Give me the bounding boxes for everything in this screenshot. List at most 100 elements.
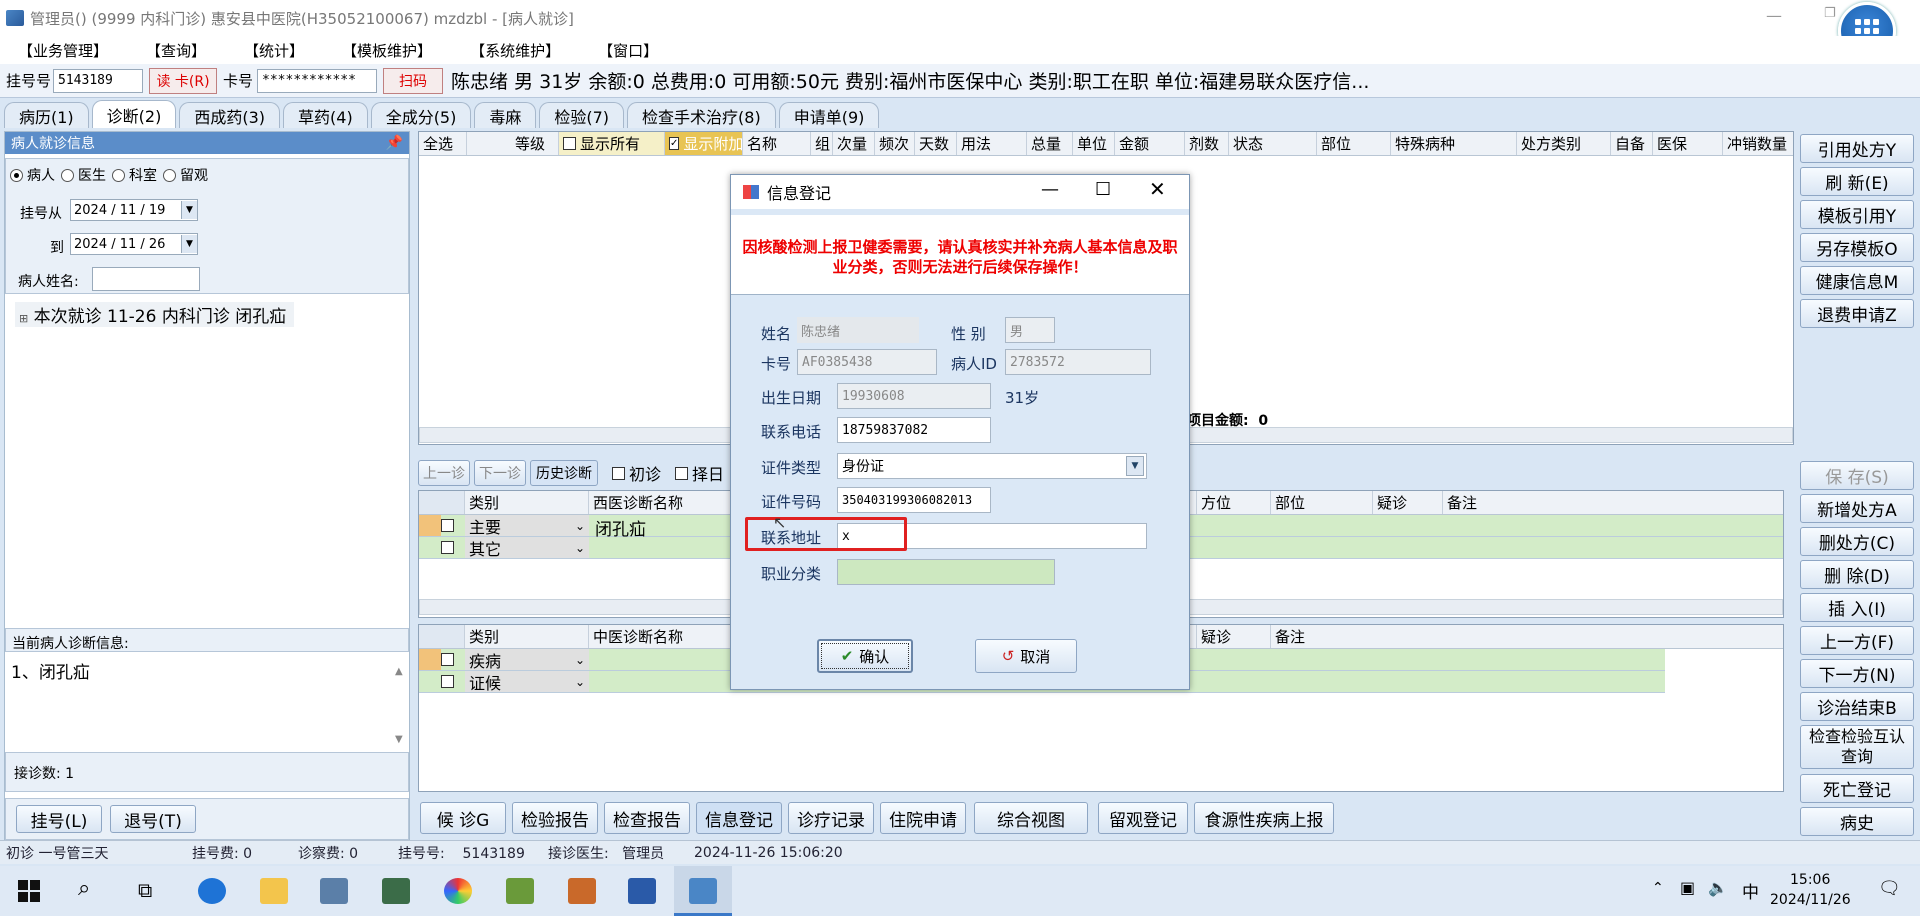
exam-report-button[interactable]: 检查报告 (604, 802, 690, 834)
show-all-toggle[interactable]: 显示所有 (559, 132, 665, 155)
tab-record[interactable]: 病历(1) (4, 102, 89, 128)
from-date-picker[interactable]: 2024 / 11 / 19 ▼ (70, 199, 198, 221)
app-icon[interactable] (628, 878, 656, 904)
register-button[interactable]: 挂号(L) (16, 805, 102, 833)
admission-request-button[interactable]: 住院申请 (880, 802, 966, 834)
ime-indicator[interactable]: 中 (1742, 878, 1759, 903)
card-field[interactable]: AF0385438 (797, 349, 937, 375)
id-no-field[interactable]: 350403199306082013 (837, 487, 991, 513)
choose-date-checkbox[interactable] (675, 466, 689, 480)
tab-exam-surgery[interactable]: 检查手术治疗(8) (627, 102, 776, 128)
dropdown-icon[interactable]: ▼ (1126, 456, 1144, 476)
foodborne-report-button[interactable]: 食源性疾病上报 (1194, 802, 1334, 834)
notepad-icon[interactable] (506, 878, 534, 904)
row-checkbox[interactable] (441, 541, 454, 554)
network-icon[interactable]: ▣ (1680, 878, 1695, 897)
waiting-button[interactable]: 候 诊G (420, 802, 506, 834)
refresh-button[interactable]: 刷 新(E) (1800, 167, 1914, 196)
pin-icon[interactable]: 📌 (386, 135, 403, 151)
menu-window[interactable]: 【窗口】 (598, 40, 658, 61)
unregister-button[interactable]: 退号(T) (110, 805, 196, 833)
notification-icon[interactable]: 🗨 (1878, 878, 1901, 899)
menu-business[interactable]: 【业务管理】 (18, 40, 108, 61)
tab-all-components[interactable]: 全成分(5) (370, 102, 472, 128)
java-icon[interactable] (568, 878, 596, 904)
chevron-down-icon[interactable]: ⌄ (575, 653, 585, 667)
treatment-record-button[interactable]: 诊疗记录 (788, 802, 874, 834)
cite-prescription-button[interactable]: 引用处方Y (1800, 134, 1914, 163)
scan-button[interactable]: 扫码 (383, 67, 444, 94)
chevron-down-icon[interactable]: ⌄ (575, 541, 585, 555)
type-select[interactable]: 证候 ⌄ (465, 671, 589, 693)
info-register-button[interactable]: 信息登记 (696, 802, 782, 834)
insert-button[interactable]: 插 入(I) (1800, 593, 1914, 622)
radio-observe[interactable] (163, 168, 176, 182)
minimize-icon[interactable]: — (1766, 6, 1782, 25)
app-icon[interactable] (320, 878, 348, 904)
tab-diagnosis[interactable]: 诊断(2) (91, 100, 177, 128)
next-diag-button[interactable]: 下一诊 (474, 460, 526, 486)
occupation-field[interactable] (837, 559, 1055, 585)
name-field[interactable]: 陈忠绪 (797, 317, 919, 343)
chevron-up-icon[interactable]: ⌃ (1652, 880, 1664, 896)
add-prescription-button[interactable]: 新增处方A (1800, 494, 1914, 523)
radio-doctor[interactable] (61, 168, 74, 182)
refund-request-button[interactable]: 退费申请Z (1800, 299, 1914, 328)
minimize-icon[interactable]: — (1041, 179, 1059, 200)
to-date-picker[interactable]: 2024 / 11 / 26 ▼ (70, 233, 198, 255)
cancel-button[interactable]: ↺ 取消 (975, 639, 1077, 673)
volume-icon[interactable]: 🔈 (1708, 878, 1728, 897)
save-button[interactable]: 保 存(S) (1800, 461, 1914, 490)
start-icon[interactable] (18, 880, 40, 902)
scroll-down-icon[interactable]: ▼ (395, 734, 403, 745)
search-icon[interactable]: ⌕ (78, 876, 90, 901)
type-select[interactable]: 疾病 ⌄ (465, 649, 589, 671)
delete-button[interactable]: 删 除(D) (1800, 560, 1914, 589)
maximize-icon[interactable]: ☐ (1095, 179, 1111, 200)
template-cite-button[interactable]: 模板引用Y (1800, 200, 1914, 229)
read-card-button[interactable]: 读 卡(R) (149, 67, 218, 94)
active-app-tab[interactable] (674, 866, 732, 916)
address-field[interactable]: x (837, 523, 1147, 549)
dropdown-icon[interactable]: ▼ (181, 201, 197, 219)
show-extra-toggle[interactable]: ✓ 显示附加 (665, 132, 743, 155)
confirm-button[interactable]: ✔ 确认 (817, 639, 913, 673)
observation-register-button[interactable]: 留观登记 (1098, 802, 1188, 834)
browser-icon[interactable] (444, 878, 472, 904)
prev-diag-button[interactable]: 上一诊 (418, 460, 470, 486)
menu-stats[interactable]: 【统计】 (244, 40, 304, 61)
first-visit-checkbox[interactable] (612, 466, 625, 480)
clock-date[interactable]: 2024/11/26 (1770, 892, 1851, 908)
expand-icon[interactable]: ⊞ (19, 312, 28, 325)
row-checkbox[interactable] (441, 653, 454, 666)
tab-requests[interactable]: 申请单(9) (778, 102, 880, 128)
dob-field[interactable]: 19930608 (837, 383, 991, 409)
chevron-down-icon[interactable]: ⌄ (575, 675, 585, 689)
tab-lab[interactable]: 检验(7) (539, 102, 625, 128)
prev-prescription-button[interactable]: 上一方(F) (1800, 626, 1914, 655)
death-register-button[interactable]: 死亡登记 (1800, 774, 1914, 803)
tab-herbal[interactable]: 草药(4) (283, 102, 368, 128)
task-view-icon[interactable]: ⧉ (138, 878, 152, 902)
chevron-down-icon[interactable]: ⌄ (575, 519, 585, 533)
id-type-select[interactable]: 身份证 ▼ (837, 453, 1147, 479)
type-select[interactable]: 主要 ⌄ (465, 515, 589, 537)
folder-icon[interactable] (260, 878, 288, 904)
lab-report-button[interactable]: 检验报告 (512, 802, 598, 834)
save-as-template-button[interactable]: 另存模板O (1800, 233, 1914, 262)
clock-time[interactable]: 15:06 (1790, 872, 1830, 888)
row-checkbox[interactable] (441, 675, 454, 688)
menu-system[interactable]: 【系统维护】 (470, 40, 560, 61)
card-no-input[interactable]: ************ (257, 68, 378, 93)
menu-template[interactable]: 【模板维护】 (342, 40, 432, 61)
patient-name-input[interactable] (92, 267, 200, 291)
pid-field[interactable]: 2783572 (1005, 349, 1151, 375)
show-all-checkbox[interactable] (563, 137, 576, 150)
close-icon[interactable]: ✕ (1149, 177, 1166, 201)
show-extra-checkbox[interactable]: ✓ (669, 137, 680, 150)
mutual-recognition-button[interactable]: 检查检验互认查询 (1800, 725, 1914, 769)
next-prescription-button[interactable]: 下一方(N) (1800, 659, 1914, 688)
radio-patient[interactable] (10, 168, 23, 182)
type-select[interactable]: 其它 ⌄ (465, 537, 589, 559)
dropdown-icon[interactable]: ▼ (181, 235, 197, 253)
